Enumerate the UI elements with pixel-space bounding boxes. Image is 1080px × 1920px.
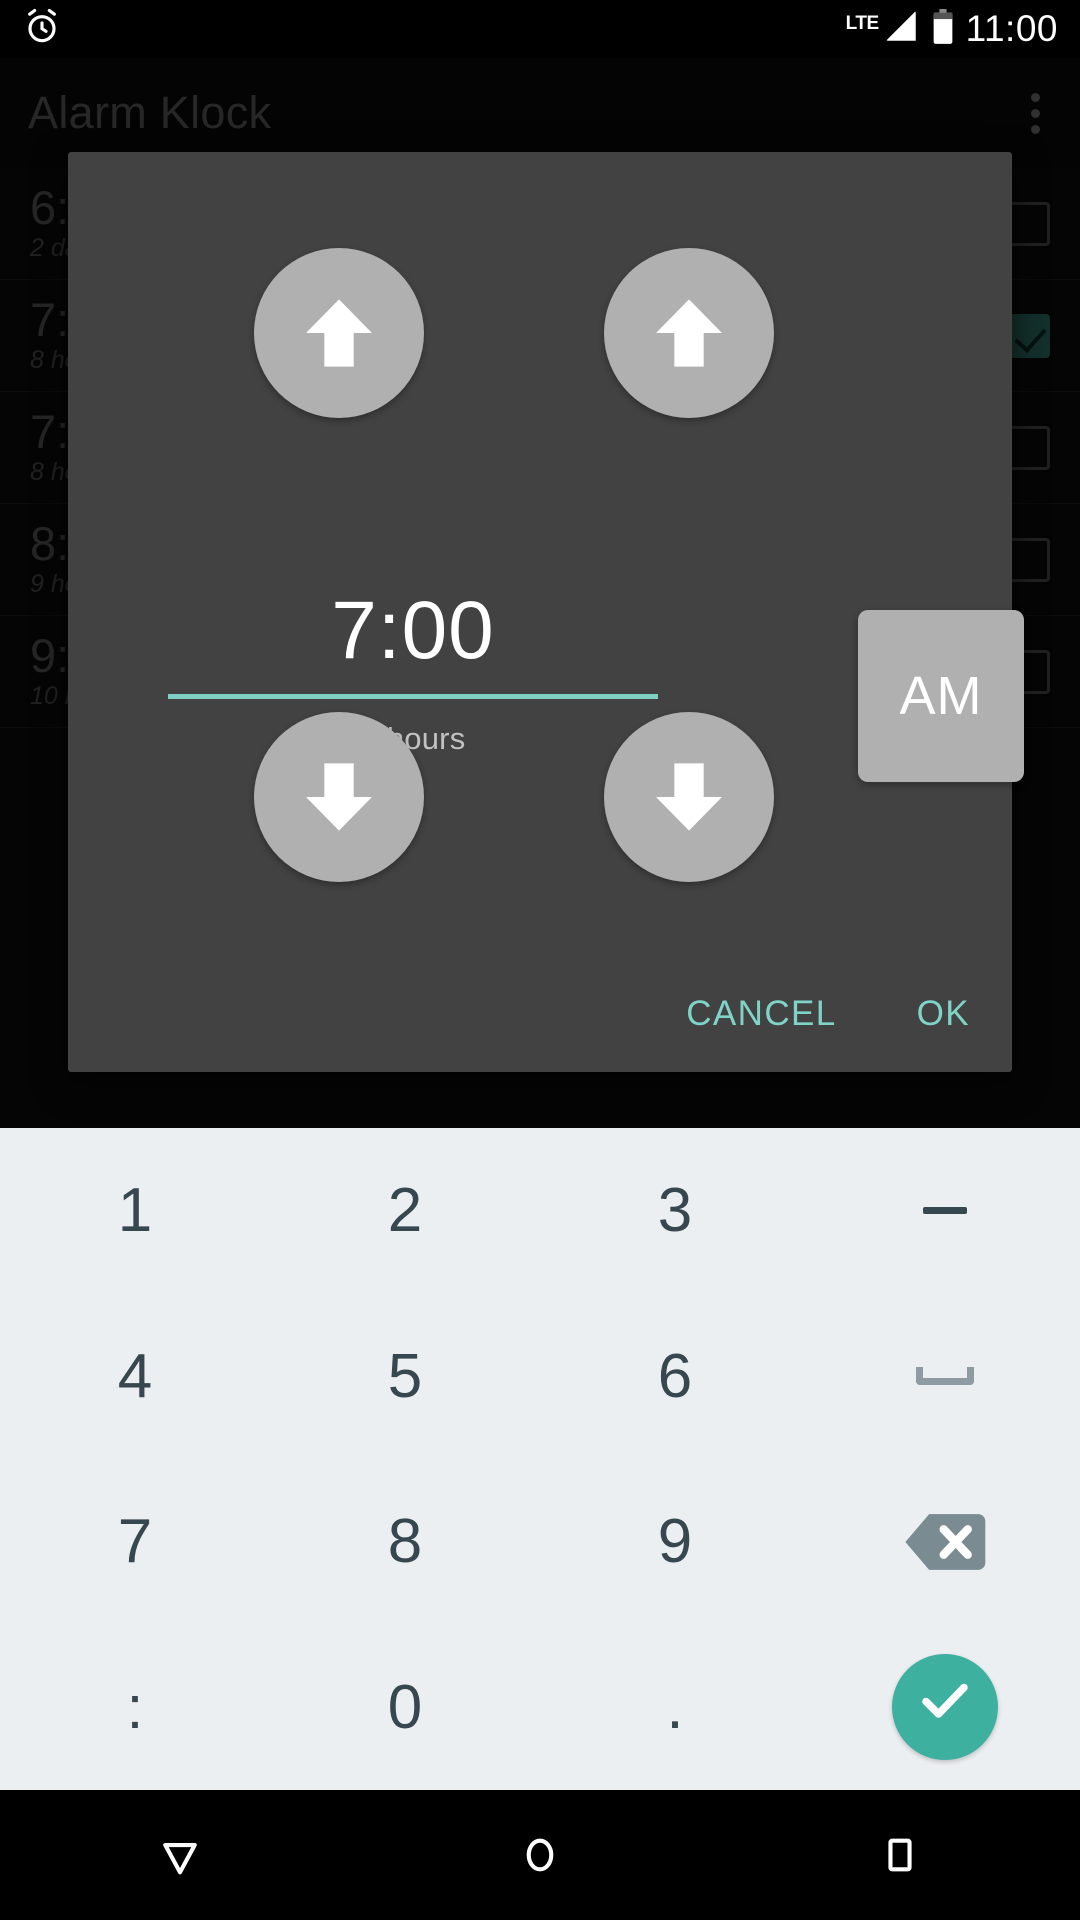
cancel-button[interactable]: CANCEL: [686, 994, 836, 1034]
enter-confirm-button[interactable]: [892, 1654, 998, 1761]
key-3[interactable]: 3: [540, 1128, 810, 1294]
nav-back-button[interactable]: [94, 1809, 266, 1901]
recents-square-icon: [874, 1829, 926, 1881]
key-5[interactable]: 5: [270, 1294, 540, 1460]
keyboard-row: 7 8 9: [0, 1459, 1080, 1625]
nav-recents-button[interactable]: [814, 1809, 986, 1901]
numeric-keyboard: 1 2 3 4 5 6 7 8 9 : 0 .: [0, 1128, 1080, 1790]
key-9[interactable]: 9: [540, 1459, 810, 1625]
key-2[interactable]: 2: [270, 1128, 540, 1294]
status-bar-clock: 11:00: [965, 8, 1058, 49]
minus-icon: [923, 1207, 967, 1215]
key-minus[interactable]: [810, 1128, 1080, 1294]
hour-decrement-button[interactable]: [254, 712, 424, 882]
status-bar-left: [22, 7, 62, 52]
time-field-underline: [168, 694, 658, 700]
increment-row: [254, 248, 774, 418]
key-space[interactable]: [810, 1294, 1080, 1460]
arrow-down-icon: [296, 754, 382, 840]
key-4[interactable]: 4: [0, 1294, 270, 1460]
alarm-clock-icon: [22, 7, 62, 52]
key-0[interactable]: 0: [270, 1625, 540, 1791]
checkmark-icon: [915, 1670, 975, 1745]
key-6[interactable]: 6: [540, 1294, 810, 1460]
key-8[interactable]: 8: [270, 1459, 540, 1625]
key-backspace[interactable]: [810, 1459, 1080, 1625]
signal-bars-icon: [884, 10, 920, 49]
arrow-up-icon: [646, 290, 732, 376]
key-7[interactable]: 7: [0, 1459, 270, 1625]
am-pm-label: AM: [899, 666, 983, 726]
key-1[interactable]: 1: [0, 1128, 270, 1294]
nav-home-button[interactable]: [454, 1809, 626, 1901]
status-bar: LTE 11:00: [0, 0, 1080, 58]
minute-decrement-button[interactable]: [604, 712, 774, 882]
keyboard-row: : 0 .: [0, 1625, 1080, 1791]
home-circle-icon: [514, 1829, 566, 1881]
back-triangle-icon: [154, 1829, 206, 1881]
minute-increment-button[interactable]: [604, 248, 774, 418]
dialog-action-bar: CANCEL OK: [686, 994, 970, 1034]
network-type-label: LTE: [845, 13, 879, 34]
key-period[interactable]: .: [540, 1625, 810, 1791]
keyboard-row: 4 5 6: [0, 1294, 1080, 1460]
arrow-up-icon: [296, 290, 382, 376]
keyboard-row: 1 2 3: [0, 1128, 1080, 1294]
am-pm-toggle-button[interactable]: AM: [858, 610, 1024, 782]
space-bar-icon: [916, 1367, 974, 1386]
arrow-down-icon: [646, 754, 732, 840]
key-colon[interactable]: :: [0, 1625, 270, 1791]
ok-button[interactable]: OK: [917, 994, 970, 1034]
hour-increment-button[interactable]: [254, 248, 424, 418]
status-bar-right: LTE 11:00: [846, 8, 1058, 50]
key-enter[interactable]: [810, 1625, 1080, 1791]
time-picker-dialog: 7:00 8 hours AM CANCEL OK: [68, 152, 1024, 1072]
decrement-row: [254, 712, 774, 882]
backspace-icon: [901, 1511, 989, 1573]
battery-icon: [931, 8, 955, 50]
system-navigation-bar: [0, 1790, 1080, 1920]
time-value-text: 7:00: [331, 585, 495, 676]
